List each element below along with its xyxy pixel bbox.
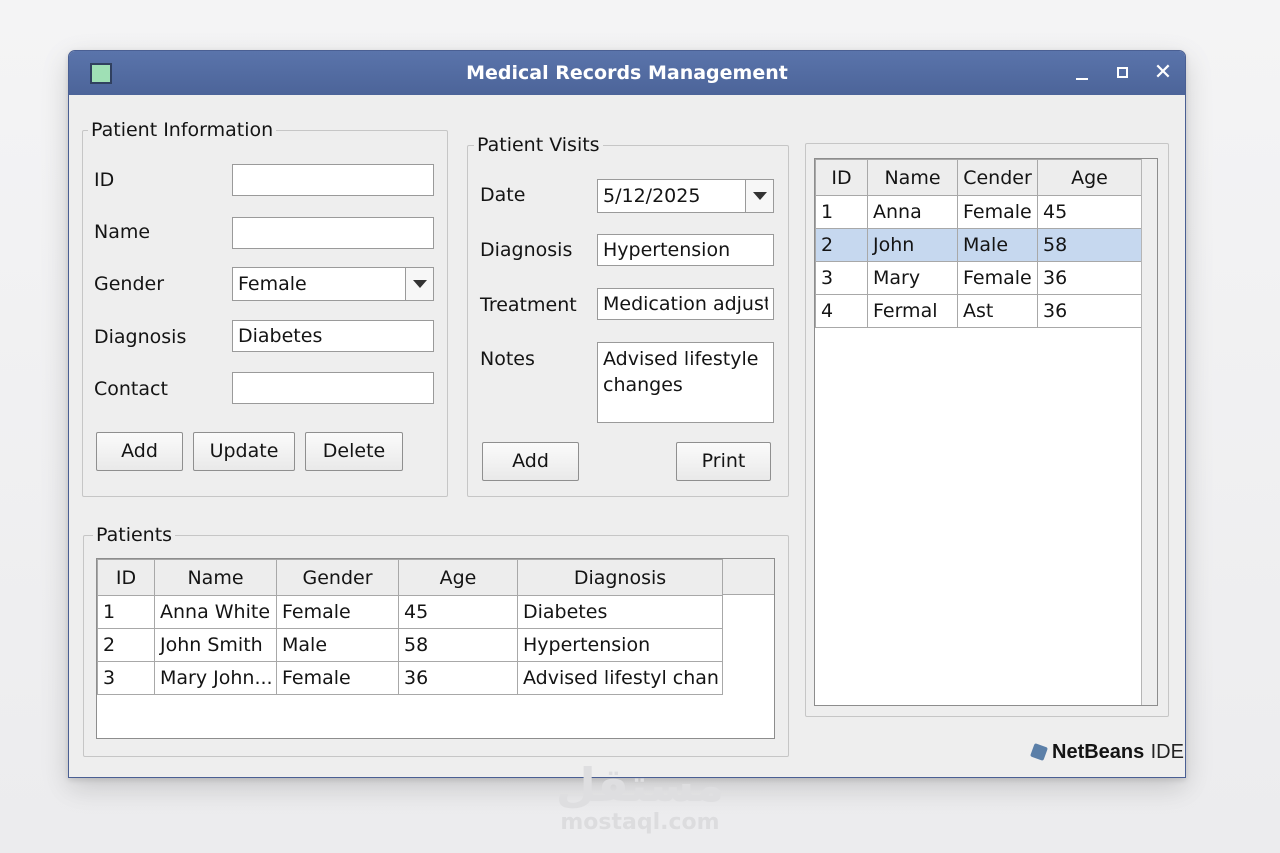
column-header-age[interactable]: Age xyxy=(1037,159,1142,196)
add-visit-button[interactable]: Add xyxy=(482,442,579,481)
chevron-down-icon[interactable] xyxy=(405,268,433,300)
table-cell: Female xyxy=(276,661,399,695)
name-label: Name xyxy=(94,221,151,243)
table-cell: 4 xyxy=(815,294,868,328)
table-cell: Advised lifestyl chan xyxy=(517,661,723,695)
notes-label: Notes xyxy=(480,348,535,370)
name-field[interactable] xyxy=(232,217,434,249)
table-row[interactable]: 4 Fermal Ast 36 xyxy=(815,294,1142,328)
table-cell: Hypertension xyxy=(517,628,723,662)
table-cell: 1 xyxy=(815,195,868,229)
print-button[interactable]: Print xyxy=(676,442,771,481)
minimize-icon[interactable] xyxy=(1071,62,1093,84)
gender-select[interactable]: Female xyxy=(232,267,434,301)
contact-label: Contact xyxy=(94,378,168,400)
table-cell: Mary xyxy=(867,261,958,295)
visit-diagnosis-label: Diagnosis xyxy=(480,239,573,261)
table-cell: 2 xyxy=(97,628,155,662)
column-header-id[interactable]: ID xyxy=(97,559,155,596)
table-cell: Fermal xyxy=(867,294,958,328)
table-cell: 36 xyxy=(398,661,518,695)
column-header-name[interactable]: Name xyxy=(867,159,958,196)
patient-information-legend: Patient Information xyxy=(88,118,277,142)
watermark-url: mostaql.com xyxy=(560,810,720,835)
table-cell: Female xyxy=(957,195,1038,229)
table-cell: 1 xyxy=(97,595,155,629)
table-cell: Ast xyxy=(957,294,1038,328)
table-header-row: ID Name Cender Age xyxy=(815,159,1142,196)
column-header-name[interactable]: Name xyxy=(154,559,277,596)
maximize-icon[interactable] xyxy=(1112,62,1134,84)
column-header-age[interactable]: Age xyxy=(398,559,518,596)
diagnosis-label: Diagnosis xyxy=(94,326,187,348)
update-patient-button[interactable]: Update xyxy=(193,432,295,471)
table-cell: John xyxy=(867,228,958,262)
patient-visits-legend: Patient Visits xyxy=(474,133,603,157)
table-cell: 45 xyxy=(1037,195,1142,229)
table-row[interactable]: 3 Mary Female 36 xyxy=(815,261,1142,295)
table-cell: Male xyxy=(957,228,1038,262)
visit-date-picker[interactable]: 5/12/2025 xyxy=(597,179,774,213)
patients-legend: Patients xyxy=(93,523,176,547)
notes-textarea[interactable]: Advised lifestyle changes xyxy=(597,342,774,423)
delete-patient-button[interactable]: Delete xyxy=(305,432,403,471)
column-header-id[interactable]: ID xyxy=(815,159,868,196)
window-title: Medical Records Management xyxy=(466,62,788,84)
visit-diagnosis-field[interactable] xyxy=(597,234,774,266)
table-cell: 58 xyxy=(1037,228,1142,262)
table-row[interactable]: 2 John Smith Male 58 Hypertension xyxy=(97,628,723,662)
table-header-row: ID Name Gender Age Diagnosis xyxy=(97,559,723,596)
table-cell: 36 xyxy=(1037,261,1142,295)
table-cell: 3 xyxy=(97,661,155,695)
table-cell: Anna White xyxy=(154,595,277,629)
table-cell: Mary John... xyxy=(154,661,277,695)
id-field[interactable] xyxy=(232,164,434,196)
table-row[interactable]: 1 Anna White Female 45 Diabetes xyxy=(97,595,723,629)
table-row[interactable]: 3 Mary John... Female 36 Advised lifesty… xyxy=(97,661,723,695)
chevron-down-icon[interactable] xyxy=(745,180,773,212)
patients-table-header-filler xyxy=(722,559,774,595)
records-table[interactable]: ID Name Cender Age 1 Anna Female 45 2 Jo… xyxy=(815,159,1142,328)
add-patient-button[interactable]: Add xyxy=(96,432,183,471)
app-window: Medical Records Management ✕ Patient Inf… xyxy=(68,50,1186,778)
table-cell: 58 xyxy=(398,628,518,662)
visit-date-label: Date xyxy=(480,184,526,206)
patients-table[interactable]: ID Name Gender Age Diagnosis 1 Anna Whit… xyxy=(97,559,723,695)
column-header-gender[interactable]: Cender xyxy=(957,159,1038,196)
records-table-scrollbar[interactable] xyxy=(1141,159,1157,705)
visit-date-value: 5/12/2025 xyxy=(603,185,701,207)
column-header-gender[interactable]: Gender xyxy=(276,559,399,596)
table-cell: 36 xyxy=(1037,294,1142,328)
table-cell: 45 xyxy=(398,595,518,629)
gender-label: Gender xyxy=(94,273,165,295)
table-cell: Diabetes xyxy=(517,595,723,629)
diagnosis-field[interactable] xyxy=(232,320,434,352)
table-row-selected[interactable]: 2 John Male 58 xyxy=(815,228,1142,262)
gender-select-value: Female xyxy=(238,273,307,295)
contact-field[interactable] xyxy=(232,372,434,404)
title-bar[interactable]: Medical Records Management ✕ xyxy=(69,51,1185,95)
watermark-logo: مستقل xyxy=(555,758,725,812)
table-cell: Anna xyxy=(867,195,958,229)
column-header-diagnosis[interactable]: Diagnosis xyxy=(517,559,723,596)
close-icon[interactable]: ✕ xyxy=(1152,62,1174,84)
table-cell: Female xyxy=(957,261,1038,295)
table-cell: 2 xyxy=(815,228,868,262)
table-cell: 3 xyxy=(815,261,868,295)
treatment-label: Treatment xyxy=(480,294,577,316)
table-row[interactable]: 1 Anna Female 45 xyxy=(815,195,1142,229)
table-cell: John Smith xyxy=(154,628,277,662)
table-cell: Male xyxy=(276,628,399,662)
treatment-field[interactable] xyxy=(597,288,774,320)
table-cell: Female xyxy=(276,595,399,629)
id-label: ID xyxy=(94,169,115,191)
